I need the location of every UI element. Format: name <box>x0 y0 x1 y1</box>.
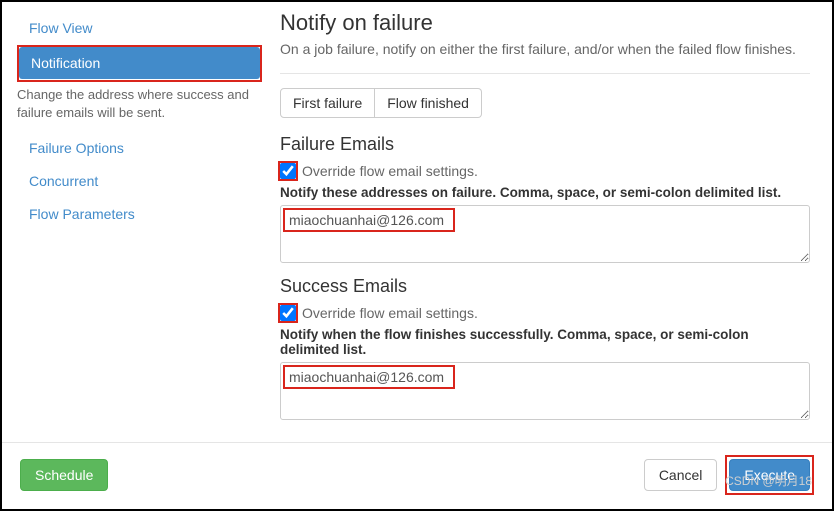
flow-finished-button[interactable]: Flow finished <box>375 88 482 118</box>
failure-override-checkbox[interactable] <box>280 163 296 179</box>
success-override-label: Override flow email settings. <box>302 305 478 321</box>
cancel-button[interactable]: Cancel <box>644 459 718 491</box>
sidebar-item-failure-options[interactable]: Failure Options <box>17 132 262 164</box>
page-title: Notify on failure <box>280 10 810 36</box>
schedule-button[interactable]: Schedule <box>20 459 108 491</box>
success-override-checkbox[interactable] <box>280 305 296 321</box>
sidebar-item-flow-view[interactable]: Flow View <box>17 12 262 44</box>
sidebar-item-flow-parameters[interactable]: Flow Parameters <box>17 198 262 230</box>
success-emails-textarea[interactable] <box>280 362 810 420</box>
sidebar-item-notification[interactable]: Notification <box>19 47 260 79</box>
page-subtitle: On a job failure, notify on either the f… <box>280 41 810 57</box>
failure-emails-heading: Failure Emails <box>280 134 810 155</box>
failure-override-label: Override flow email settings. <box>302 163 478 179</box>
execute-button[interactable]: Execute <box>729 459 810 491</box>
failure-emails-textarea[interactable] <box>280 205 810 263</box>
sidebar: Flow View Notification Change the addres… <box>2 2 262 442</box>
main-panel: Notify on failure On a job failure, noti… <box>262 2 832 442</box>
failure-addresses-label: Notify these addresses on failure. Comma… <box>280 185 810 200</box>
footer: Schedule Cancel Execute <box>2 442 832 509</box>
success-addresses-label: Notify when the flow finishes successful… <box>280 327 810 357</box>
sidebar-description: Change the address where success and fai… <box>17 84 262 132</box>
divider <box>280 73 810 74</box>
success-emails-heading: Success Emails <box>280 276 810 297</box>
first-failure-button[interactable]: First failure <box>280 88 375 118</box>
failure-timing-group: First failure Flow finished <box>280 88 482 118</box>
sidebar-item-concurrent[interactable]: Concurrent <box>17 165 262 197</box>
